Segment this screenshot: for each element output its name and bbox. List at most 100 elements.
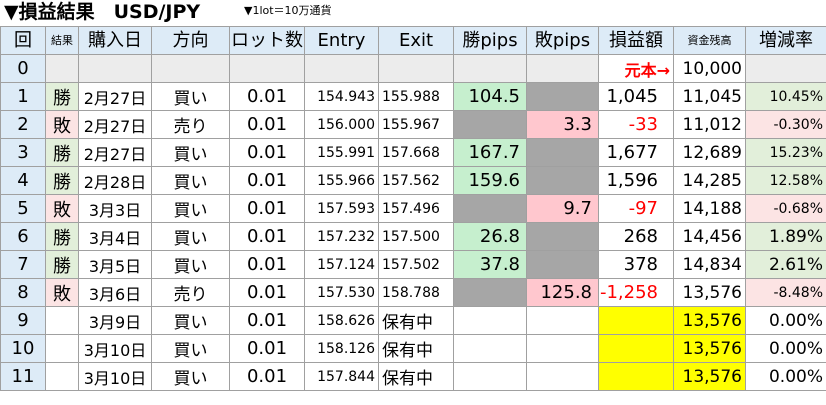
balance-cell[interactable]: 12,689 xyxy=(673,138,746,167)
change-rate-cell[interactable]: 1.89% xyxy=(745,222,826,251)
change-rate-cell[interactable]: -0.68% xyxy=(745,194,826,223)
header-exit[interactable]: Exit xyxy=(378,26,454,55)
entry-price-cell[interactable]: 157.844 xyxy=(304,362,379,391)
balance-cell[interactable]: 14,456 xyxy=(673,222,746,251)
lose-pips-cell[interactable]: 9.7 xyxy=(526,194,599,223)
win-pips-cell[interactable] xyxy=(453,362,527,391)
change-rate-cell[interactable]: 15.23% xyxy=(745,138,826,167)
entry-price-cell[interactable]: 155.966 xyxy=(304,166,379,195)
result-cell[interactable] xyxy=(45,334,79,363)
profit-loss-cell[interactable]: 378 xyxy=(598,250,674,279)
header-lose-pips[interactable]: 敗pips xyxy=(526,26,599,55)
win-pips-cell[interactable]: 37.8 xyxy=(453,250,527,279)
win-pips-cell[interactable] xyxy=(453,334,527,363)
header-direction[interactable]: 方向 xyxy=(151,26,230,55)
change-rate-cell[interactable]: 10.45% xyxy=(745,82,826,111)
purchase-date-cell[interactable]: 3月4日 xyxy=(78,222,152,251)
table-cell[interactable] xyxy=(745,54,826,83)
table-cell[interactable] xyxy=(304,54,379,83)
win-pips-cell[interactable]: 104.5 xyxy=(453,82,527,111)
result-cell[interactable]: 勝 xyxy=(45,82,79,111)
balance-cell[interactable]: 14,285 xyxy=(673,166,746,195)
table-cell[interactable] xyxy=(229,54,305,83)
lose-pips-cell[interactable] xyxy=(526,306,599,335)
change-rate-cell[interactable]: -0.30% xyxy=(745,110,826,139)
row-number[interactable]: 6 xyxy=(0,222,46,251)
entry-price-cell[interactable]: 154.943 xyxy=(304,82,379,111)
win-pips-cell[interactable] xyxy=(453,110,527,139)
starting-balance[interactable]: 10,000 xyxy=(673,54,746,83)
direction-cell[interactable]: 買い xyxy=(151,334,230,363)
table-cell[interactable] xyxy=(151,54,230,83)
lose-pips-cell[interactable] xyxy=(526,222,599,251)
win-pips-cell[interactable]: 26.8 xyxy=(453,222,527,251)
purchase-date-cell[interactable]: 3月5日 xyxy=(78,250,152,279)
change-rate-cell[interactable]: 0.00% xyxy=(745,362,826,391)
profit-loss-cell[interactable]: -33 xyxy=(598,110,674,139)
lot-size-cell[interactable]: 0.01 xyxy=(229,334,305,363)
header-win-pips[interactable]: 勝pips xyxy=(453,26,527,55)
result-cell[interactable]: 敗 xyxy=(45,194,79,223)
lose-pips-cell[interactable] xyxy=(526,82,599,111)
profit-loss-cell[interactable]: -97 xyxy=(598,194,674,223)
change-rate-cell[interactable]: 2.61% xyxy=(745,250,826,279)
direction-cell[interactable]: 買い xyxy=(151,194,230,223)
purchase-date-cell[interactable]: 3月10日 xyxy=(78,334,152,363)
result-cell[interactable] xyxy=(45,362,79,391)
balance-cell[interactable]: 13,576 xyxy=(673,334,746,363)
table-cell[interactable] xyxy=(378,54,454,83)
win-pips-cell[interactable]: 159.6 xyxy=(453,166,527,195)
balance-cell[interactable]: 14,188 xyxy=(673,194,746,223)
purchase-date-cell[interactable]: 2月27日 xyxy=(78,138,152,167)
direction-cell[interactable]: 売り xyxy=(151,110,230,139)
row-number[interactable]: 11 xyxy=(0,362,46,391)
lose-pips-cell[interactable] xyxy=(526,166,599,195)
header-result[interactable]: 結果 xyxy=(45,26,79,55)
exit-price-cell[interactable]: 保有中 xyxy=(378,334,454,363)
exit-price-cell[interactable]: 155.988 xyxy=(378,82,454,111)
profit-loss-cell[interactable]: -1,258 xyxy=(598,278,674,307)
balance-cell[interactable]: 11,012 xyxy=(673,110,746,139)
header-balance[interactable]: 資金残高 xyxy=(673,26,746,55)
lot-size-cell[interactable]: 0.01 xyxy=(229,166,305,195)
win-pips-cell[interactable]: 167.7 xyxy=(453,138,527,167)
change-rate-cell[interactable]: 0.00% xyxy=(745,334,826,363)
profit-loss-cell[interactable]: 1,677 xyxy=(598,138,674,167)
direction-cell[interactable]: 買い xyxy=(151,82,230,111)
entry-price-cell[interactable]: 157.232 xyxy=(304,222,379,251)
row-number[interactable]: 8 xyxy=(0,278,46,307)
header-num[interactable]: 回 xyxy=(0,26,46,55)
row-number[interactable]: 0 xyxy=(0,54,46,83)
lot-size-cell[interactable]: 0.01 xyxy=(229,362,305,391)
lose-pips-cell[interactable]: 3.3 xyxy=(526,110,599,139)
profit-loss-cell[interactable] xyxy=(598,362,674,391)
win-pips-cell[interactable] xyxy=(453,278,527,307)
direction-cell[interactable]: 買い xyxy=(151,138,230,167)
exit-price-cell[interactable]: 157.562 xyxy=(378,166,454,195)
direction-cell[interactable]: 買い xyxy=(151,166,230,195)
table-cell[interactable] xyxy=(453,54,527,83)
exit-price-cell[interactable]: 保有中 xyxy=(378,306,454,335)
row-number[interactable]: 10 xyxy=(0,334,46,363)
exit-price-cell[interactable]: 157.668 xyxy=(378,138,454,167)
exit-price-cell[interactable]: 157.500 xyxy=(378,222,454,251)
exit-price-cell[interactable]: 155.967 xyxy=(378,110,454,139)
change-rate-cell[interactable]: 12.58% xyxy=(745,166,826,195)
row-number[interactable]: 3 xyxy=(0,138,46,167)
entry-price-cell[interactable]: 158.626 xyxy=(304,306,379,335)
entry-price-cell[interactable]: 157.530 xyxy=(304,278,379,307)
table-cell[interactable] xyxy=(526,54,599,83)
row-number[interactable]: 1 xyxy=(0,82,46,111)
direction-cell[interactable]: 買い xyxy=(151,362,230,391)
lot-size-cell[interactable]: 0.01 xyxy=(229,82,305,111)
table-cell[interactable] xyxy=(45,54,79,83)
direction-cell[interactable]: 買い xyxy=(151,250,230,279)
change-rate-cell[interactable]: -8.48% xyxy=(745,278,826,307)
header-entry[interactable]: Entry xyxy=(304,26,379,55)
row-number[interactable]: 4 xyxy=(0,166,46,195)
profit-loss-cell[interactable] xyxy=(598,334,674,363)
direction-cell[interactable]: 売り xyxy=(151,278,230,307)
purchase-date-cell[interactable]: 2月27日 xyxy=(78,82,152,111)
balance-cell[interactable]: 13,576 xyxy=(673,362,746,391)
row-number[interactable]: 9 xyxy=(0,306,46,335)
